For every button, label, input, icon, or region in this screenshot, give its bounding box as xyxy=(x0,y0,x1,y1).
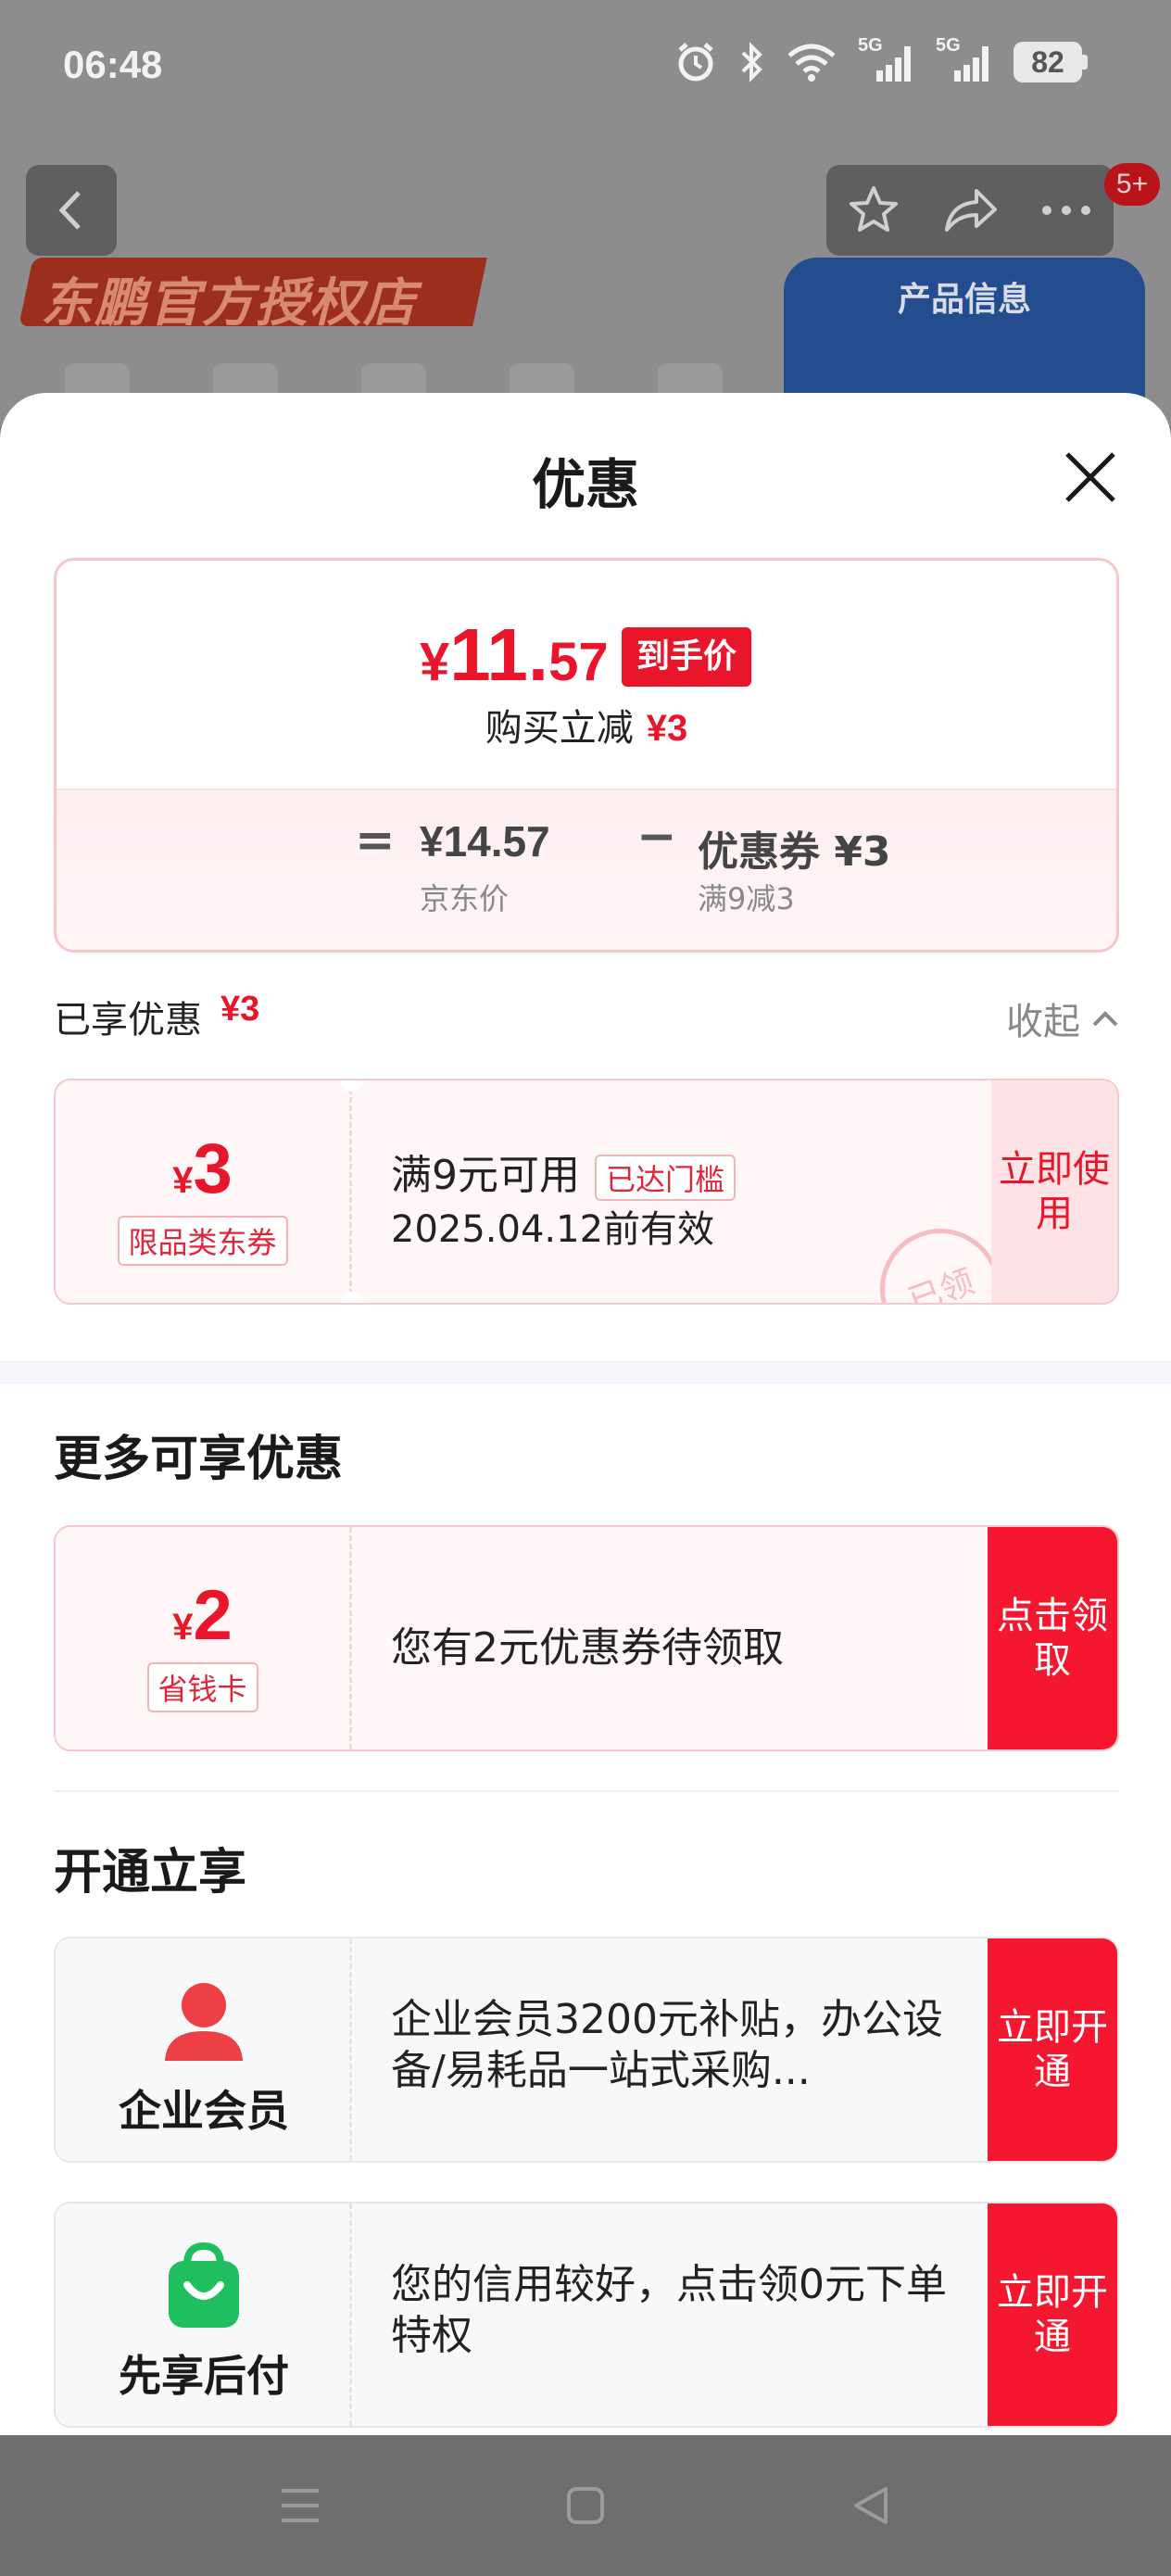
wifi-icon xyxy=(787,44,836,82)
savings-value-number: 2 xyxy=(193,1576,233,1655)
benefit-name: 先享后付 xyxy=(119,2351,289,2401)
coupon-type-tag: 限品类东券 xyxy=(117,1216,288,1266)
use-now-button[interactable]: 立即使用 xyxy=(991,1080,1117,1303)
nav-back-button[interactable] xyxy=(834,2469,908,2543)
person-icon xyxy=(165,1983,243,2061)
system-nav-bar xyxy=(0,2435,1171,2576)
final-price: ¥11.57 xyxy=(420,612,609,698)
minus-sign: − xyxy=(636,809,677,865)
currency-symbol: ¥ xyxy=(420,632,450,692)
home-icon xyxy=(567,2487,604,2524)
savings-card-tag: 省钱卡 xyxy=(146,1662,258,1712)
share-icon[interactable] xyxy=(941,183,999,237)
coupon-title: 满9元可用 已达门槛 xyxy=(391,1142,737,1201)
price-breakdown xyxy=(57,789,1116,950)
instant-reduce-amount: ¥3 xyxy=(646,708,688,749)
coupon-validity: 2025.04.12前有效 xyxy=(391,1208,715,1251)
claim-button[interactable]: 点击领取 xyxy=(988,1527,1117,1749)
home-button[interactable] xyxy=(548,2469,623,2543)
message-badge: 5+ xyxy=(1104,163,1160,206)
chevron-up-icon xyxy=(1092,1011,1118,1027)
coupon-condition: 满9减3 xyxy=(698,881,795,916)
instant-reduce-label: 购买立减 xyxy=(485,707,634,750)
open-benefits-title: 开通立享 xyxy=(54,1845,247,1900)
network-label-2: 5G xyxy=(936,35,961,56)
signal-1: 5G xyxy=(858,35,915,83)
menu-button[interactable] xyxy=(263,2469,337,2543)
more-icon[interactable] xyxy=(1039,201,1093,220)
price-summary-card: ¥11.57 到手价 购买立减 ¥3 = ¥14.57 京东价 − 优惠券 ¥3 … xyxy=(54,558,1119,953)
final-price-dec: 57 xyxy=(548,632,609,692)
back-triangle-icon xyxy=(854,2487,888,2524)
battery-level: 82 xyxy=(1014,42,1082,82)
pay-later-card: 先享后付 您的信用较好，点击领0元下单特权 立即开通 xyxy=(54,2202,1119,2428)
back-icon xyxy=(58,191,81,230)
enterprise-member-left: 企业会员 xyxy=(56,1938,352,2161)
collapse-label: 收起 xyxy=(1006,1001,1080,1043)
coupon-title-text: 满9元可用 xyxy=(391,1152,580,1199)
shopping-bag-icon xyxy=(169,2241,239,2328)
enjoyed-coupon: ¥3 限品类东券 满9元可用 已达门槛 2025.04.12前有效 已领 立即使用 xyxy=(54,1079,1119,1305)
threshold-reached-tag: 已达门槛 xyxy=(595,1155,737,1201)
collapse-toggle[interactable]: 收起 xyxy=(1006,991,1119,1045)
coupon-value-section: ¥3 限品类东券 xyxy=(56,1080,352,1303)
divider-line xyxy=(54,1790,1119,1792)
equals-sign: = xyxy=(355,813,396,868)
open-now-button[interactable]: 立即开通 xyxy=(988,2203,1117,2426)
benefit-desc: 您的信用较好，点击领0元下单特权 xyxy=(391,2261,947,2359)
coupon-value-number: 3 xyxy=(193,1130,233,1208)
savings-value: ¥2 xyxy=(56,1575,349,1656)
more-discounts-title: 更多可享优惠 xyxy=(54,1432,344,1487)
coupon-currency: ¥ xyxy=(172,1160,194,1201)
back-button[interactable] xyxy=(26,165,117,256)
savings-currency: ¥ xyxy=(172,1607,194,1648)
network-label-1: 5G xyxy=(858,35,883,56)
signal-2: 5G xyxy=(936,35,993,83)
savings-value-section: ¥2 省钱卡 xyxy=(56,1527,352,1749)
jd-price-label: 京东价 xyxy=(420,881,510,916)
hand-price-tag: 到手价 xyxy=(622,627,752,687)
coupon-value: ¥3 xyxy=(56,1129,349,1209)
star-icon[interactable] xyxy=(847,183,900,237)
enterprise-member-card: 企业会员 企业会员3200元补贴，办公设备/易耗品一站式采购... 立即开通 xyxy=(54,1937,1119,2163)
sheet-title: 优惠 xyxy=(531,453,639,516)
savings-card-coupon: ¥2 省钱卡 您有2元优惠券待领取 点击领取 xyxy=(54,1525,1119,1751)
section-divider xyxy=(0,1360,1171,1384)
open-now-button[interactable]: 立即开通 xyxy=(988,1938,1117,2161)
pay-later-left: 先享后付 xyxy=(56,2203,352,2426)
status-icons: 5G 5G 82 xyxy=(674,35,1088,83)
close-icon[interactable] xyxy=(1062,448,1119,506)
instant-reduce-line: 购买立减 ¥3 xyxy=(57,698,1116,751)
top-actions xyxy=(826,165,1114,256)
product-page-background: 06:48 5G 5G 82 5+ 东鹏官方授权店 产品信息 xyxy=(0,0,1171,443)
bluetooth-icon xyxy=(741,42,762,82)
discount-sheet: 优惠 ¥11.57 到手价 购买立减 ¥3 = ¥14.57 京东价 − 优惠券 … xyxy=(0,393,1171,2435)
jd-price: ¥14.57 xyxy=(420,817,550,865)
enjoyed-amount: ¥3 xyxy=(220,990,260,1029)
status-bar: 06:48 5G 5G 82 xyxy=(0,0,1171,139)
battery-icon: 82 xyxy=(1014,42,1088,82)
final-price-int: 11. xyxy=(449,613,549,696)
alarm-icon xyxy=(678,43,713,82)
benefit-name: 企业会员 xyxy=(119,2086,289,2136)
status-time: 06:48 xyxy=(63,43,163,86)
shop-name[interactable]: 东鹏官方授权店 xyxy=(41,261,417,336)
benefit-desc: 企业会员3200元补贴，办公设备/易耗品一站式采购... xyxy=(391,1996,943,2094)
product-card-title: 产品信息 xyxy=(897,281,1031,319)
menu-icon xyxy=(282,2489,319,2522)
enjoyed-label: 已享优惠 xyxy=(54,999,202,1042)
enjoyed-discount-row: 已享优惠 ¥3 收起 xyxy=(54,984,1119,1043)
savings-desc: 您有2元优惠券待领取 xyxy=(391,1624,784,1672)
coupon-amount: 优惠券 ¥3 xyxy=(698,828,891,876)
